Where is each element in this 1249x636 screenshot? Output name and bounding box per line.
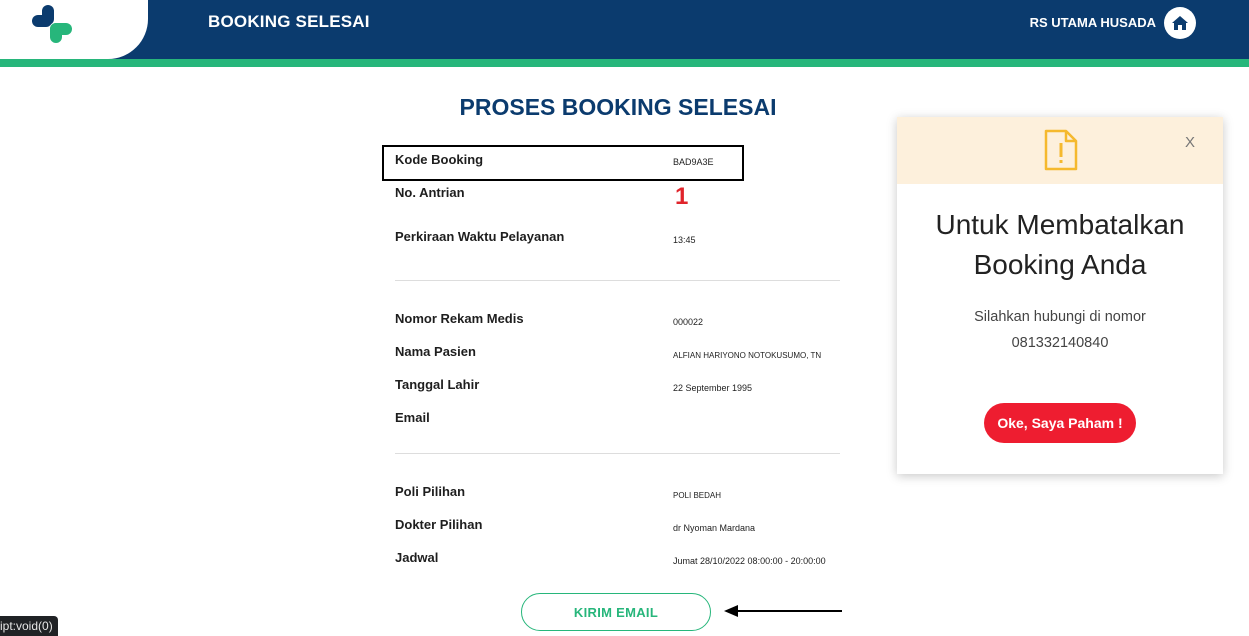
close-icon[interactable]: X bbox=[1185, 134, 1195, 151]
value-poli-pilihan: POLI BEDAH bbox=[673, 491, 722, 500]
value-kode-booking: BAD9A3E bbox=[673, 157, 714, 167]
label-waktu-pelayanan: Perkiraan Waktu Pelayanan bbox=[395, 229, 565, 244]
medical-cross-logo-icon bbox=[32, 5, 72, 43]
home-icon bbox=[1172, 16, 1188, 30]
modal-title-line: Booking Anda bbox=[973, 249, 1147, 280]
arrow-left-annotation-icon bbox=[724, 605, 842, 617]
value-tanggal-lahir: 22 September 1995 bbox=[673, 383, 753, 393]
browser-status-bar: ipt:void(0) bbox=[0, 616, 58, 636]
page-title: BOOKING SELESAI bbox=[208, 12, 370, 31]
label-kode-booking: Kode Booking bbox=[395, 152, 484, 167]
modal-message-line: Silahkan hubungi di nomor bbox=[974, 309, 1146, 325]
value-no-antrian: 1 bbox=[675, 183, 689, 210]
modal-phone-number: 081332140840 bbox=[1011, 335, 1109, 351]
home-button[interactable] bbox=[1164, 7, 1196, 39]
modal-title-line: Untuk Membatalkan bbox=[935, 209, 1185, 240]
hospital-name: RS UTAMA HUSADA bbox=[1029, 15, 1156, 30]
modal-header: X bbox=[897, 117, 1223, 184]
top-header: BOOKING SELESAI RS UTAMA HUSADA bbox=[0, 0, 1249, 59]
value-dokter-pilihan: dr Nyoman Mardana bbox=[673, 523, 756, 533]
send-email-button[interactable]: KIRIM EMAIL bbox=[521, 593, 711, 631]
label-tanggal-lahir: Tanggal Lahir bbox=[395, 377, 480, 392]
value-rekam-medis: 000022 bbox=[673, 317, 704, 327]
section-divider bbox=[395, 280, 840, 281]
cancel-info-modal: X Untuk Membatalkan Booking Anda Silahka… bbox=[897, 117, 1223, 474]
label-nama-pasien: Nama Pasien bbox=[395, 344, 476, 359]
label-rekam-medis: Nomor Rekam Medis bbox=[395, 311, 524, 326]
label-jadwal: Jadwal bbox=[395, 550, 439, 565]
label-email: Email bbox=[395, 410, 430, 425]
modal-message: Silahkan hubungi di nomor 081332140840 bbox=[897, 304, 1223, 356]
label-poli-pilihan: Poli Pilihan bbox=[395, 484, 466, 499]
label-no-antrian: No. Antrian bbox=[395, 185, 465, 200]
value-waktu-pelayanan: 13:45 bbox=[673, 235, 696, 245]
modal-title: Untuk Membatalkan Booking Anda bbox=[897, 205, 1223, 285]
logo-container[interactable] bbox=[0, 0, 148, 59]
label-dokter-pilihan: Dokter Pilihan bbox=[395, 517, 483, 532]
warning-document-icon bbox=[1044, 129, 1078, 171]
section-divider bbox=[395, 453, 840, 454]
confirm-understood-button[interactable]: Oke, Saya Paham ! bbox=[984, 403, 1136, 443]
header-accent-stripe bbox=[0, 59, 1249, 67]
main-title: PROSES BOOKING SELESAI bbox=[459, 94, 777, 120]
value-jadwal: Jumat 28/10/2022 08:00:00 - 20:00:00 bbox=[673, 556, 826, 566]
value-nama-pasien: ALFIAN HARIYONO NOTOKUSUMO, TN bbox=[673, 351, 822, 360]
